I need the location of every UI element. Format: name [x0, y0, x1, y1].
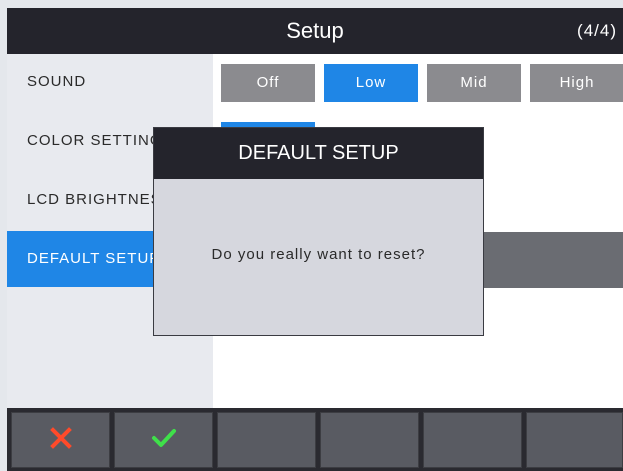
bottom-toolbar: [7, 408, 623, 471]
dialog-message: Do you really want to reset?: [211, 246, 426, 263]
sound-option-high[interactable]: High: [530, 64, 623, 102]
empty-button-5: [423, 412, 522, 468]
setup-screen: Setup (4/4) SOUND COLOR SETTINGS LCD BRI…: [0, 0, 623, 471]
confirm-button[interactable]: [114, 412, 213, 468]
header-bar: Setup (4/4): [7, 8, 623, 54]
close-icon: [48, 425, 74, 456]
menu-item-sound[interactable]: SOUND: [7, 54, 213, 110]
sound-option-mid[interactable]: Mid: [427, 64, 521, 102]
cancel-button[interactable]: [11, 412, 110, 468]
empty-button-3: [217, 412, 316, 468]
sound-option-low[interactable]: Low: [324, 64, 418, 102]
reset-confirm-dialog: DEFAULT SETUP Do you really want to rese…: [153, 127, 484, 336]
page-title: Setup: [286, 18, 344, 43]
check-icon: [149, 425, 179, 456]
dialog-title: DEFAULT SETUP: [154, 128, 483, 179]
sound-option-off[interactable]: Off: [221, 64, 315, 102]
page-indicator: (4/4): [577, 21, 617, 40]
empty-button-4: [320, 412, 419, 468]
empty-button-6: [526, 412, 623, 468]
